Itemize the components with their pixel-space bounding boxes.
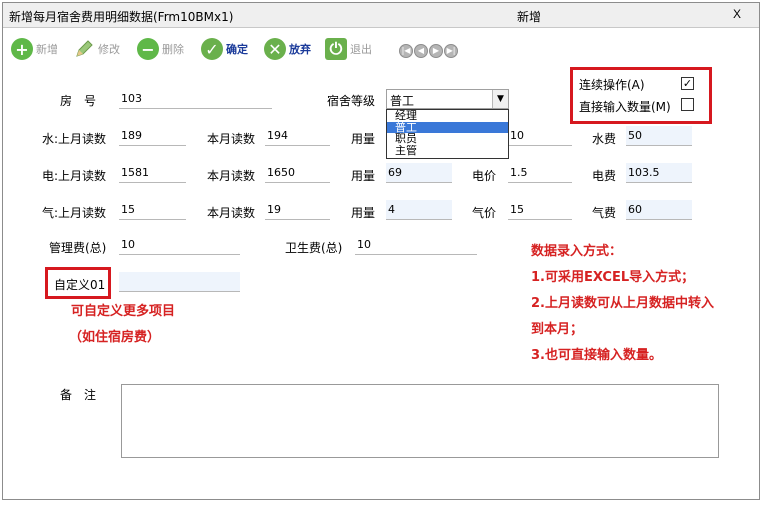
power-icon: ⏻ [325,38,347,60]
pencil-icon [76,40,93,57]
electric-price-label: 电价 [472,169,497,183]
custom-field-label: 自定义01 [54,278,106,292]
continuous-checkbox[interactable]: ✓ [681,77,694,90]
sanitation-fee-field[interactable]: 10 [355,235,477,255]
electric-fee-label: 电费 [592,169,617,183]
remark-textarea[interactable] [121,384,719,458]
room-label: 房 号 [60,94,97,108]
electric-fee-field[interactable]: 103.5 [626,163,692,183]
entry-method-1: 1.可采用EXCEL导入方式； [531,270,695,285]
custom-note-line-1: 可自定义更多项目 [71,304,176,319]
remark-label: 备 注 [60,388,97,402]
dorm-level-option[interactable]: 主管 [387,145,508,157]
electric-prev-field[interactable]: 1581 [119,163,186,183]
confirm-label: 确定 [226,43,248,56]
water-curr-label: 本月读数 [207,132,256,146]
gas-usage-label: 用量 [351,206,376,220]
exit-label: 退出 [350,43,372,56]
plus-icon: + [11,38,33,60]
electric-curr-field[interactable]: 1650 [265,163,330,183]
dorm-level-option[interactable]: 职员 [387,133,508,145]
dorm-level-select[interactable]: 普工 ▼ [386,89,509,109]
custom-field-input[interactable] [119,272,240,292]
checkmark-icon: ✓ [201,38,223,60]
title-bar: 新增每月宿舍费用明细数据(Frm10BMx1) 新增 X [3,3,759,28]
dorm-level-option-selected[interactable]: 普工 [387,121,508,133]
room-field[interactable]: 103 [119,89,272,109]
toolbar: + 新增 修改 − 删除 ✓ 确定 ✕ 放弃 ⏻ 退出 |◀ ◀ ▶ ▶| [3,35,759,63]
mgmt-fee-field[interactable]: 10 [119,235,240,255]
entry-method-title: 数据录入方式： [531,244,623,259]
water-fee-label: 水费 [592,132,617,146]
dorm-level-option[interactable]: 经理 [387,110,508,122]
electric-curr-label: 本月读数 [207,169,256,183]
abandon-button[interactable]: ✕ 放弃 [264,37,311,61]
water-prev-label: 水:上月读数 [42,132,107,146]
water-prev-field[interactable]: 189 [119,126,186,146]
gas-usage-field[interactable]: 4 [386,200,452,220]
direct-input-label: 直接输入数量(M) [579,100,671,114]
minus-icon: − [137,38,159,60]
gas-curr-field[interactable]: 19 [265,200,330,220]
electric-price-field[interactable]: 1.5 [508,163,572,183]
edit-label: 修改 [98,43,120,56]
next-record-icon[interactable]: ▶ [429,44,443,58]
window-title: 新增每月宿舍费用明细数据(Frm10BMx1) [9,10,234,24]
water-price-field[interactable]: 10 [508,126,572,146]
add-button[interactable]: + 新增 [11,37,58,61]
gas-prev-field[interactable]: 15 [119,200,186,220]
entry-method-2a: 2.上月读数可从上月数据中转入 [531,296,714,311]
entry-method-3: 3.也可直接输入数量。 [531,348,662,363]
confirm-button[interactable]: ✓ 确定 [201,37,248,61]
gas-fee-field[interactable]: 60 [626,200,692,220]
last-record-icon[interactable]: ▶| [444,44,458,58]
exit-button[interactable]: ⏻ 退出 [325,37,372,61]
delete-label: 删除 [162,43,184,56]
add-label: 新增 [36,43,58,56]
entry-method-2b: 到本月； [531,322,584,337]
dorm-level-label: 宿舍等级 [327,94,376,108]
prev-record-icon[interactable]: ◀ [414,44,428,58]
gas-price-label: 气价 [472,206,497,220]
mgmt-fee-label: 管理费(总) [49,241,107,255]
chevron-down-icon[interactable]: ▼ [492,90,508,108]
direct-input-checkbox[interactable] [681,98,694,111]
gas-price-field[interactable]: 15 [508,200,572,220]
electric-usage-label: 用量 [351,169,376,183]
form-window: 新增每月宿舍费用明细数据(Frm10BMx1) 新增 X + 新增 修改 − 删… [2,2,760,500]
water-fee-field[interactable]: 50 [626,126,692,146]
gas-curr-label: 本月读数 [207,206,256,220]
gas-fee-label: 气费 [592,206,617,220]
edit-button[interactable]: 修改 [73,37,120,61]
custom-note-line-2: （如住宿房费） [69,330,161,345]
electric-prev-label: 电:上月读数 [42,169,107,183]
first-record-icon[interactable]: |◀ [399,44,413,58]
close-button[interactable]: X [733,7,741,21]
continuous-label: 连续操作(A) [579,78,645,92]
water-usage-label: 用量 [351,132,376,146]
cancel-x-icon: ✕ [264,38,286,60]
sanitation-fee-label: 卫生费(总) [285,241,343,255]
water-curr-field[interactable]: 194 [265,126,330,146]
abandon-label: 放弃 [289,43,311,56]
window-mode-label: 新增 [517,10,542,24]
record-navigator: |◀ ◀ ▶ ▶| [399,44,458,58]
electric-usage-field[interactable]: 69 [386,163,452,183]
dorm-level-value: 普工 [390,94,415,108]
delete-button[interactable]: − 删除 [137,37,184,61]
gas-prev-label: 气:上月读数 [42,206,107,220]
dorm-level-dropdown: 经理 普工 职员 主管 [386,109,509,159]
